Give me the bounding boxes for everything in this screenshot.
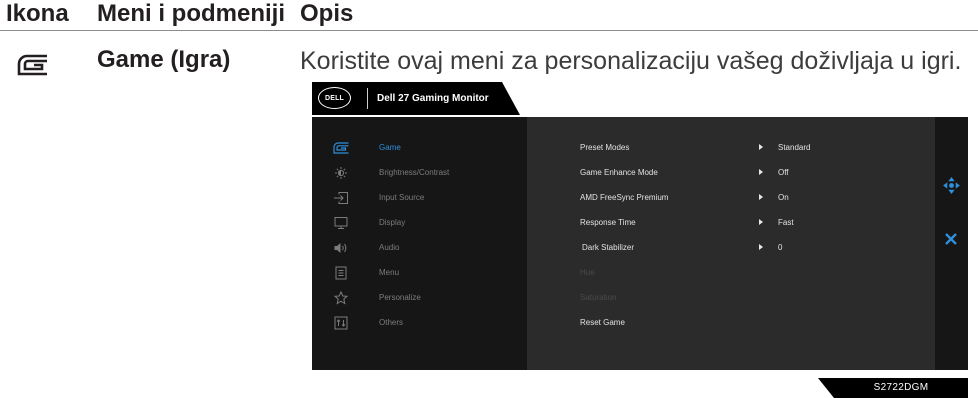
submenu-item-preset-modes[interactable]: Preset Modes Standard xyxy=(527,135,935,160)
dell-logo: DELL xyxy=(318,87,351,109)
submenu-item-label: Game Enhance Mode xyxy=(580,168,658,177)
menu-icon xyxy=(333,266,349,280)
display-icon xyxy=(333,216,349,230)
submenu-item-amd-freesync-premium[interactable]: AMD FreeSync Premium On xyxy=(527,185,935,210)
dell-logo-text: DELL xyxy=(324,94,345,102)
submenu-item-label: Dark Stabilizer xyxy=(582,243,635,252)
osd-menu-panel: Game Brightness/Contrast Input Source Di… xyxy=(312,117,968,370)
menu-item-input-source[interactable]: Input Source xyxy=(312,185,527,210)
submenu-item-value: Standard xyxy=(778,143,811,152)
submenu-item-value: Fast xyxy=(778,218,794,227)
main-menu: Game Brightness/Contrast Input Source Di… xyxy=(312,117,527,370)
menu-item-brightness-contrast[interactable]: Brightness/Contrast xyxy=(312,160,527,185)
menu-item-label: Menu xyxy=(379,268,400,277)
submenu-item-label: Response Time xyxy=(580,218,636,227)
game-icon xyxy=(333,141,349,155)
header-menu-column: Meni i podmeniji xyxy=(97,0,286,27)
header-separator xyxy=(367,88,368,109)
header-icon-column: Ikona xyxy=(6,0,69,27)
submenu-item-value: Off xyxy=(778,168,789,177)
game-submenu: Preset Modes Standard Game Enhance Mode … xyxy=(527,117,935,370)
submenu-item-label: Saturation xyxy=(580,293,617,302)
input-source-icon xyxy=(333,191,349,205)
menu-item-label: Input Source xyxy=(379,193,425,202)
star-icon xyxy=(333,290,349,305)
submenu-item-value: 0 xyxy=(778,243,783,252)
header-description-column: Opis xyxy=(300,0,354,27)
osd-header-tab: DELL Dell 27 Gaming Monitor xyxy=(312,82,520,115)
speaker-icon xyxy=(333,241,349,255)
submenu-item-label: Hue xyxy=(580,268,595,277)
close-icon[interactable] xyxy=(944,232,958,246)
menu-description: Koristite ovaj meni za personalizaciju v… xyxy=(300,47,962,75)
monitor-title: Dell 27 Gaming Monitor xyxy=(377,93,489,104)
menu-item-label: Game xyxy=(379,143,401,152)
chevron-right-icon xyxy=(759,144,763,150)
submenu-item-hue: Hue xyxy=(527,260,935,285)
menu-item-personalize[interactable]: Personalize xyxy=(312,285,527,310)
menu-item-label: Display xyxy=(379,218,406,227)
menu-item-label: Personalize xyxy=(379,293,421,302)
submenu-item-saturation: Saturation xyxy=(527,285,935,310)
menu-item-game[interactable]: Game xyxy=(312,135,527,160)
chevron-right-icon xyxy=(759,169,763,175)
model-name: S2722DGM xyxy=(873,382,929,393)
osd-side-controls xyxy=(935,117,968,370)
menu-item-audio[interactable]: Audio xyxy=(312,235,527,260)
submenu-item-label: Preset Modes xyxy=(580,143,630,152)
joystick-icon[interactable] xyxy=(942,176,961,195)
game-icon xyxy=(17,54,49,76)
submenu-item-value: On xyxy=(778,193,789,202)
model-tab: S2722DGM xyxy=(818,378,968,398)
submenu-item-label: AMD FreeSync Premium xyxy=(580,193,669,202)
header-divider xyxy=(0,30,978,31)
submenu-item-dark-stabilizer[interactable]: Dark Stabilizer 0 xyxy=(527,235,935,260)
chevron-right-icon xyxy=(759,194,763,200)
submenu-item-reset-game[interactable]: Reset Game xyxy=(527,310,935,335)
menu-name: Game (Igra) xyxy=(97,46,231,73)
menu-item-label: Brightness/Contrast xyxy=(379,168,450,177)
menu-item-others[interactable]: Others xyxy=(312,310,527,335)
menu-item-label: Others xyxy=(379,318,404,327)
menu-item-menu[interactable]: Menu xyxy=(312,260,527,285)
menu-item-label: Audio xyxy=(379,243,400,252)
submenu-item-game-enhance-mode[interactable]: Game Enhance Mode Off xyxy=(527,160,935,185)
brightness-icon xyxy=(333,166,349,180)
chevron-right-icon xyxy=(759,219,763,225)
submenu-item-response-time[interactable]: Response Time Fast xyxy=(527,210,935,235)
others-icon xyxy=(333,316,349,330)
chevron-right-icon xyxy=(759,244,763,250)
submenu-item-label: Reset Game xyxy=(580,318,625,327)
menu-item-display[interactable]: Display xyxy=(312,210,527,235)
